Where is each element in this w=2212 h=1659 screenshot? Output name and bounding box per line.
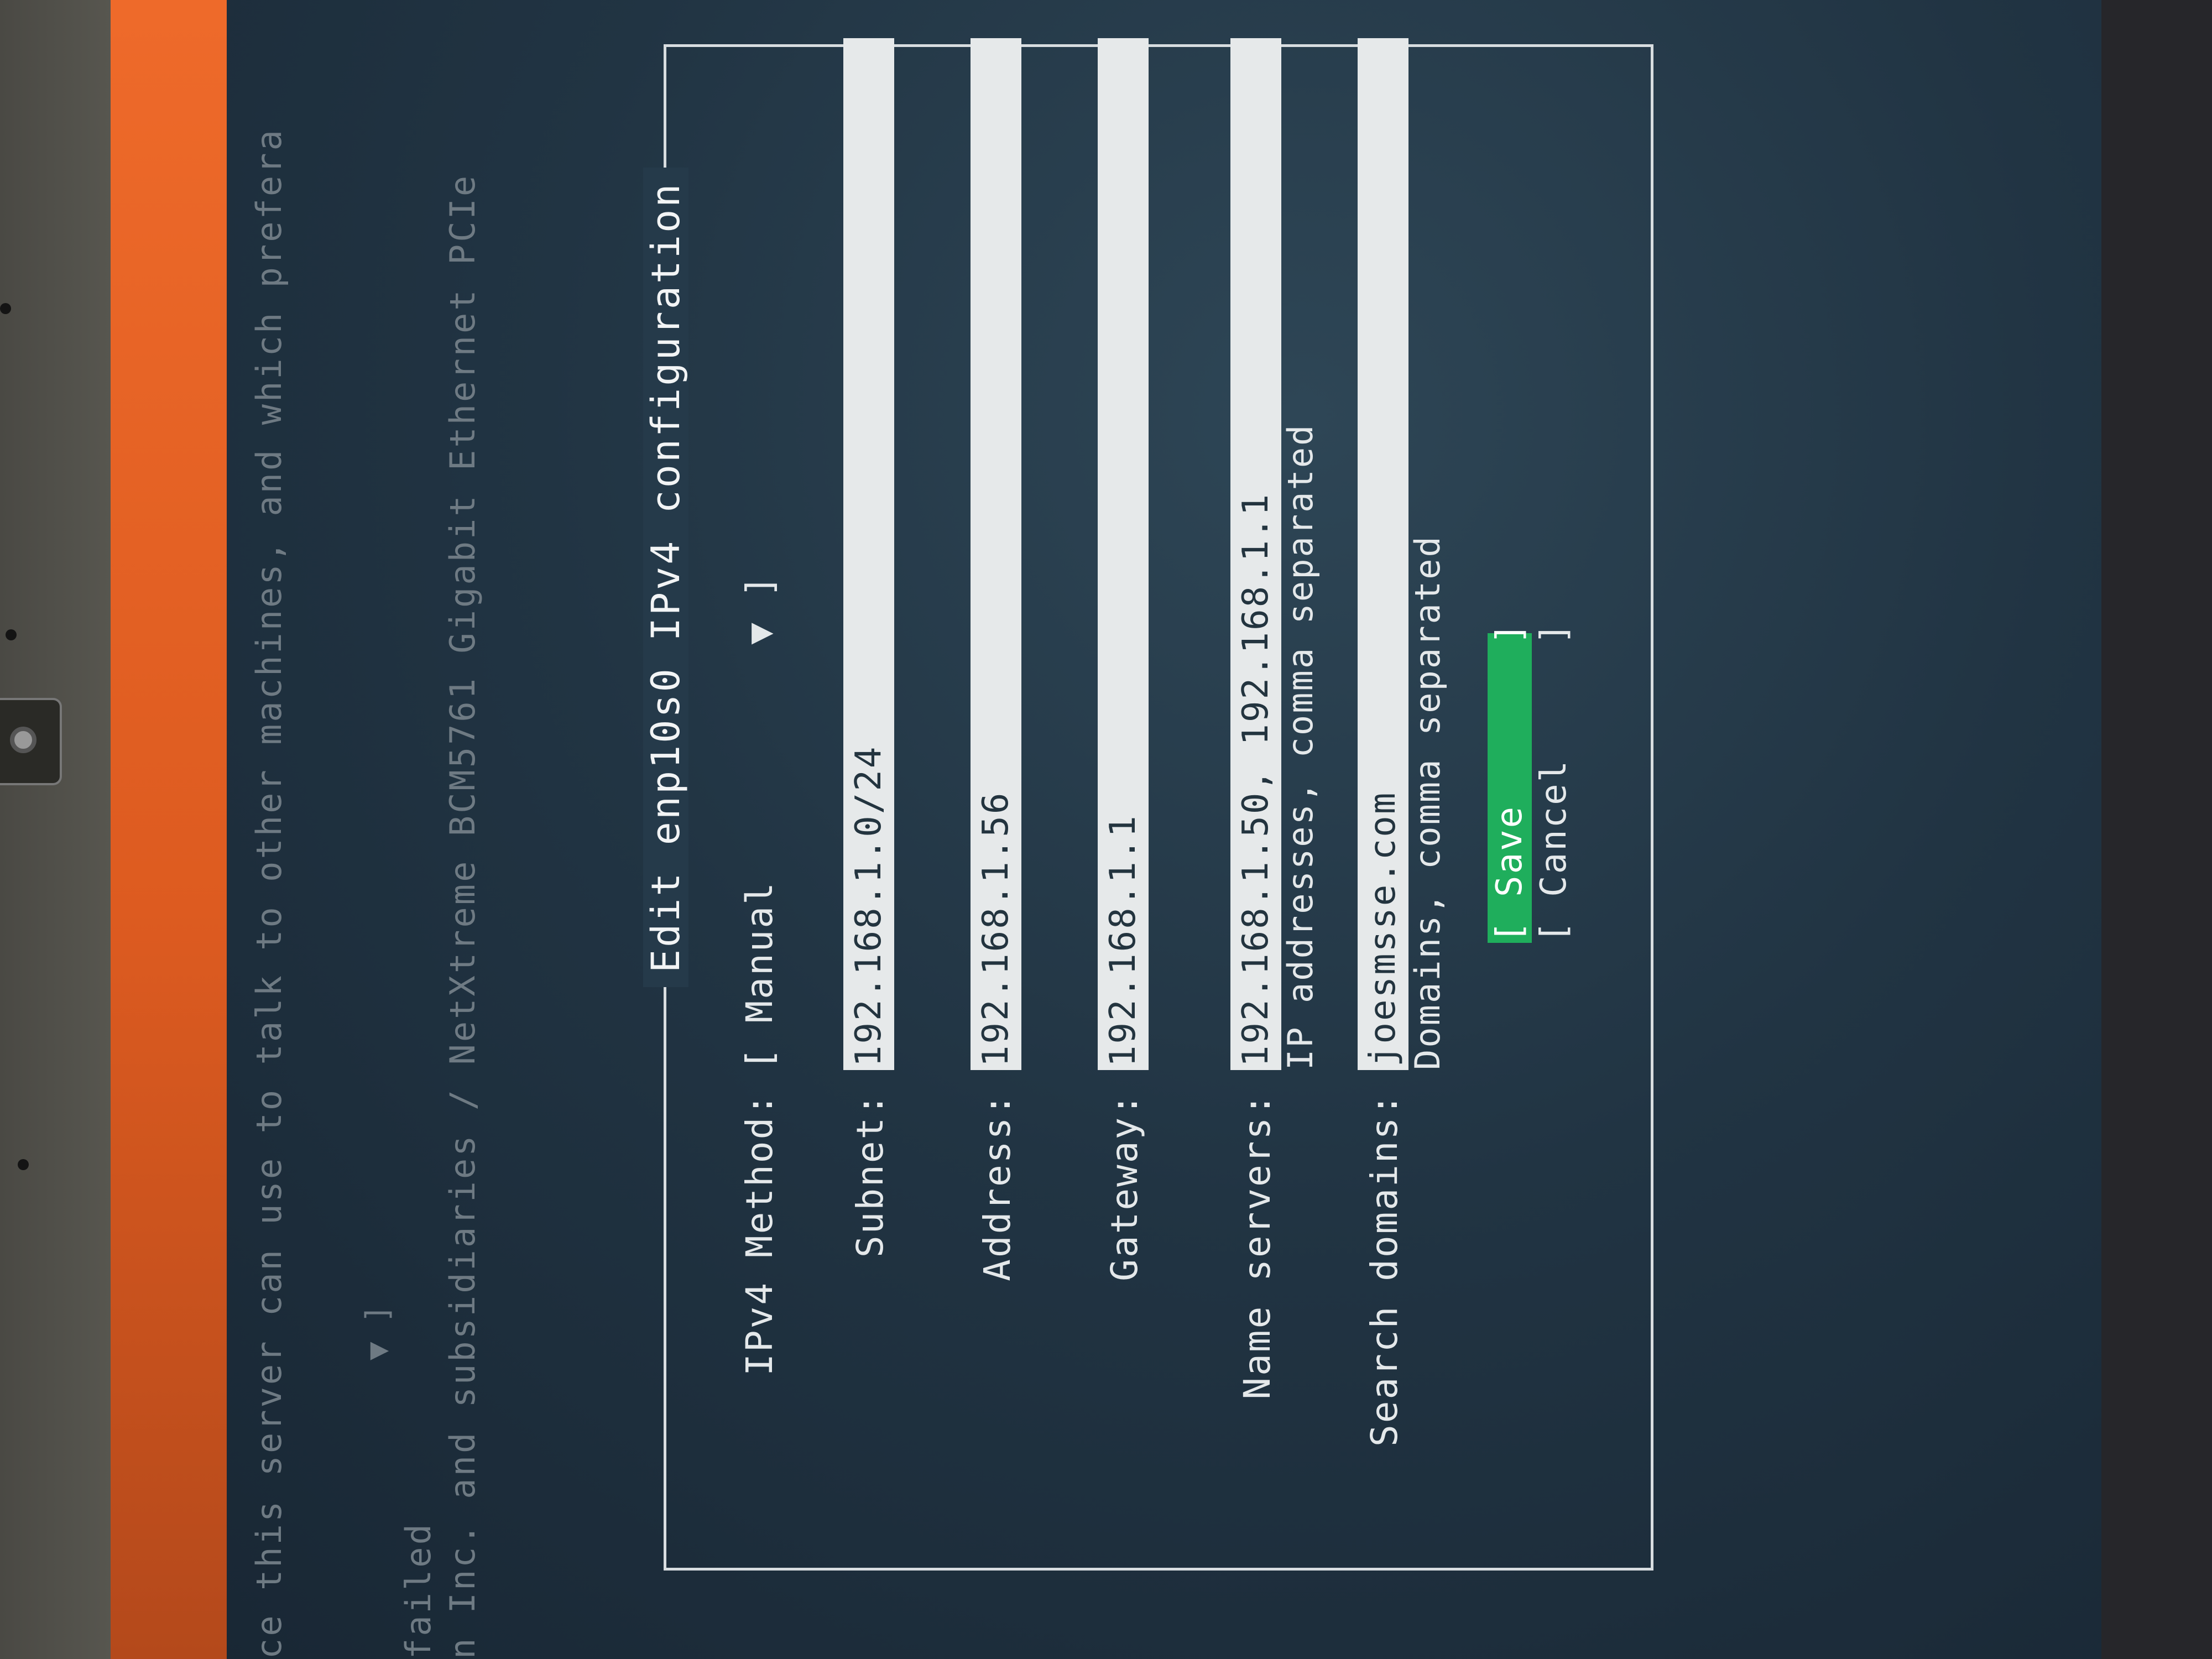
subnet-label: Subnet:: [849, 1092, 891, 1258]
gateway-field[interactable]: 192.168.1.1: [1098, 38, 1149, 1070]
name-servers-hint: IP addresses, comma separated: [1280, 423, 1321, 1071]
gateway-label: Gateway:: [1103, 1092, 1146, 1281]
bezel-screw-icon: [0, 303, 11, 314]
terminal-screen-rotated: ce this server can use to talk to other …: [111, 0, 2101, 1659]
bezel-screw-icon: [18, 1159, 29, 1170]
power-button-icon: [10, 727, 36, 753]
address-label: Address:: [976, 1092, 1019, 1281]
name-servers-label: Name servers:: [1236, 1092, 1279, 1400]
search-domains-label: Search domains:: [1363, 1092, 1406, 1447]
monitor-power-button: [0, 698, 62, 785]
ipv4-config-dialog: Edit enp10s0 IPv4 configuration IPv4 Met…: [643, 38, 1653, 1571]
ipv4-method-select[interactable]: [ Manual ▼ ]: [738, 574, 781, 1070]
ipv4-method-label: IPv4 Method:: [738, 1092, 781, 1376]
installer-screen: ce this server can use to talk to other …: [111, 0, 2101, 1659]
background-status-failed: failed: [398, 1522, 439, 1659]
installer-header-bar: [111, 0, 227, 1659]
cancel-button[interactable]: [ Cancel ]: [1532, 622, 1576, 943]
save-button[interactable]: [ Save ]: [1488, 622, 1532, 943]
search-domains-field[interactable]: joesmsse.com: [1358, 38, 1408, 1070]
name-servers-field[interactable]: 192.168.1.50, 192.168.1.1: [1230, 38, 1281, 1070]
subnet-field[interactable]: 192.168.1.0/24: [843, 38, 894, 1070]
search-domains-hint: Domains, comma separated: [1407, 535, 1448, 1070]
background-description-line: ce this server can use to talk to other …: [249, 128, 289, 1659]
background-device-line: n Inc. and subsidiaries / NetXtreme BCM5…: [442, 173, 483, 1659]
address-field[interactable]: 192.168.1.56: [971, 38, 1021, 1070]
bezel-screw-icon: [6, 629, 17, 640]
background-dropdown-arrow: ▼ ]: [359, 1304, 395, 1360]
dialog-title: Edit enp10s0 IPv4 configuration: [643, 167, 688, 987]
